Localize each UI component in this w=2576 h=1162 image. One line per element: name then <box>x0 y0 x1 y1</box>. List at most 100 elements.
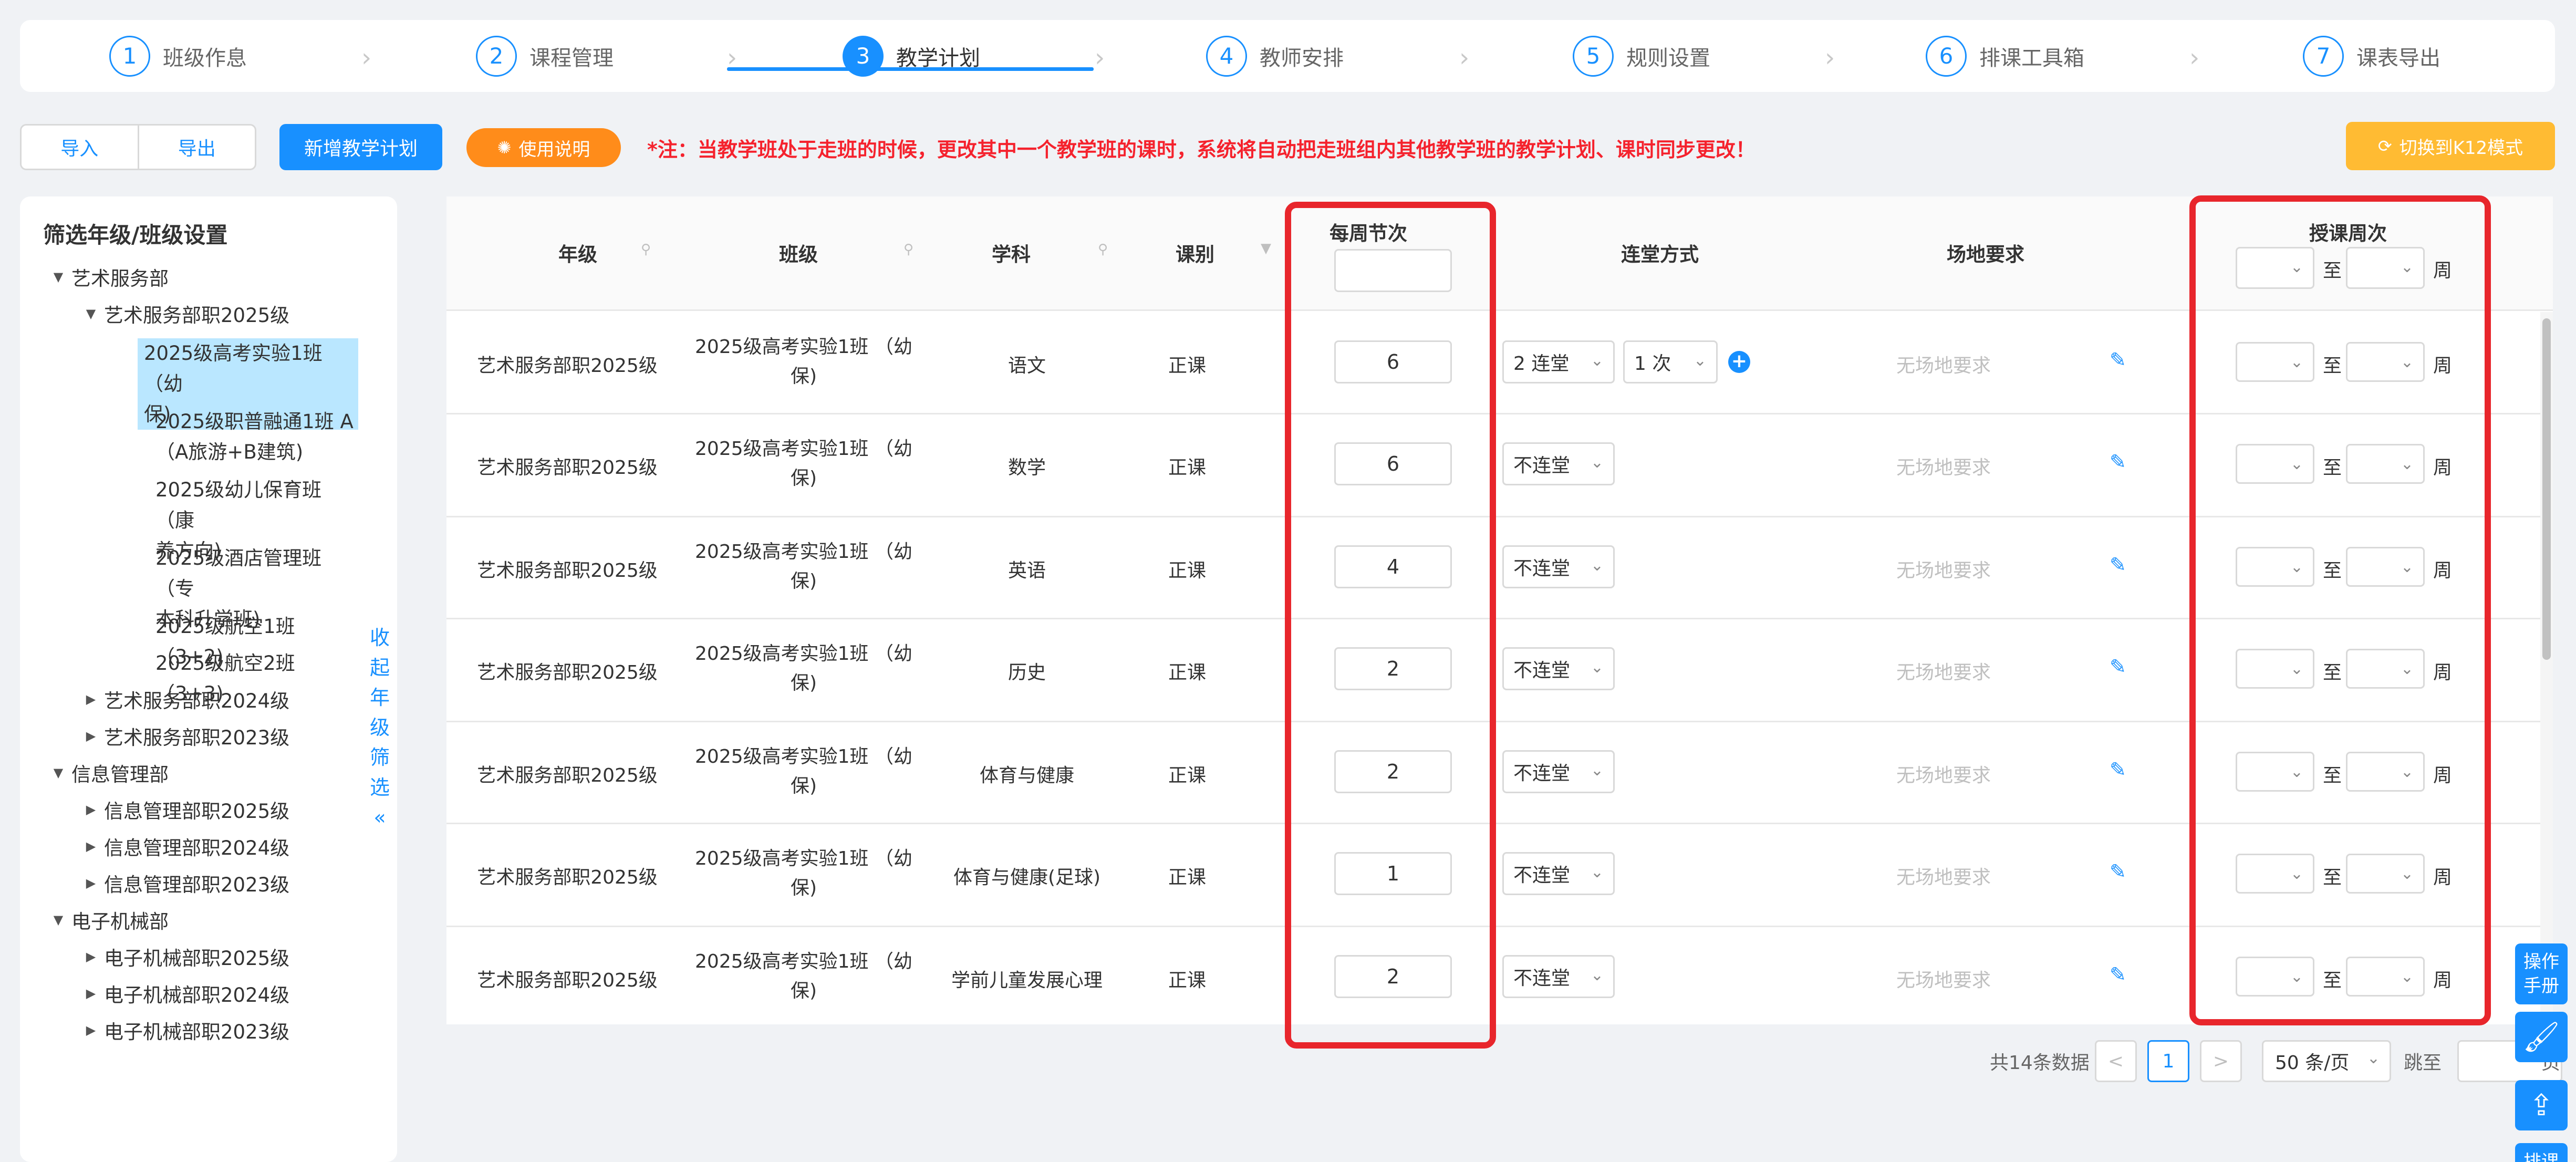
tree-leaf-class[interactable]: 2025级职普融通1班 A （A旅游+B建筑) <box>138 407 358 468</box>
cell-type: 正课 <box>1168 355 1206 377</box>
consecutive-times-select[interactable]: 1 次 ⌄ <box>1623 340 1718 383</box>
prev-page-button[interactable]: < <box>2095 1040 2137 1082</box>
tree-node-dept-info[interactable]: ▼ 信息管理部 <box>45 759 169 787</box>
search-icon[interactable]: ⚲ <box>641 242 651 257</box>
caret-down-icon[interactable]: ▼ <box>78 306 104 321</box>
edit-venue-icon[interactable]: ✎ <box>2110 963 2126 986</box>
step-separator-icon: › <box>1095 43 1105 72</box>
step-2-label: 课程管理 <box>529 46 614 70</box>
tree-node-mech-2025[interactable]: ▶ 电子机械部职2025级 <box>78 942 289 971</box>
tree-node-info-2023[interactable]: ▶ 信息管理部职2023级 <box>78 869 289 897</box>
steps-bar: 1 班级作息 › 2 课程管理 › 3 教学计划 › 4 教师安排 › 5 规则… <box>20 20 2555 92</box>
consecutive-select[interactable]: 不连堂 ⌄ <box>1502 852 1615 895</box>
caret-down-icon[interactable]: ▼ <box>45 269 71 284</box>
table-scrollbar-thumb[interactable] <box>2542 318 2551 660</box>
operation-manual-button[interactable]: 操作 手册 <box>2515 943 2568 1004</box>
chevron-down-icon: ⌄ <box>1693 351 1707 370</box>
sync-notice: *注：当教学班处于走班的时候，更改其中一个教学班的课时，系统将自动把走班组内其他… <box>647 138 1756 161</box>
collapse-char: 年 <box>369 686 390 709</box>
venue-requirement: 无场地要求 <box>1896 457 1991 479</box>
edit-venue-icon[interactable]: ✎ <box>2110 860 2126 883</box>
class-line: 2025级高考实验1班 （幼 <box>695 336 912 358</box>
step-1[interactable]: 1 班级作息 <box>109 20 247 92</box>
next-page-button[interactable]: > <box>2200 1040 2242 1082</box>
pagination: 共14条数据 < 1 > 50 条/页 ⌄ 跳至 页 <box>0 1035 2576 1087</box>
edit-venue-icon[interactable]: ✎ <box>2110 348 2126 371</box>
caret-right-icon[interactable]: ▶ <box>78 986 104 1001</box>
tree-node-dept-art[interactable]: ▼ 艺术服务部 <box>45 263 169 291</box>
add-consecutive-icon[interactable]: + <box>1728 351 1750 373</box>
tree-node-dept-mech[interactable]: ▼ 电子机械部 <box>45 906 169 934</box>
edit-venue-icon[interactable]: ✎ <box>2110 758 2126 781</box>
step-2[interactable]: 2 课程管理 <box>476 20 614 92</box>
step-4-label: 教师安排 <box>1260 46 1344 70</box>
consecutive-select[interactable]: 2 连堂 ⌄ <box>1502 340 1615 383</box>
import-button[interactable]: 导入 <box>22 126 138 169</box>
add-teaching-plan-button[interactable]: 新增教学计划 <box>279 124 442 170</box>
collapse-filter-toggle[interactable]: 收 起 年 级 筛 选 « <box>366 623 394 833</box>
caret-right-icon[interactable]: ▶ <box>78 729 104 743</box>
cell-class: 2025级高考实验1班 （幼 保) <box>688 333 919 391</box>
tree-node-mech-2024[interactable]: ▶ 电子机械部职2024级 <box>78 979 289 1008</box>
step-7-label: 课表导出 <box>2356 46 2440 70</box>
filter-icon[interactable]: ▼ <box>1261 241 1271 256</box>
export-button[interactable]: 导出 <box>137 126 255 169</box>
search-icon[interactable]: ⚲ <box>903 242 913 257</box>
cell-subject: 历史 <box>1007 662 1046 683</box>
step-5[interactable]: 5 规则设置 <box>1573 20 1710 92</box>
edit-venue-icon[interactable]: ✎ <box>2110 553 2126 576</box>
venue-requirement: 无场地要求 <box>1896 355 1991 377</box>
caret-right-icon[interactable]: ▶ <box>78 876 104 890</box>
arrow-up-icon: ⇪ <box>2529 1088 2554 1123</box>
class-name-line: 2025级酒店管理班 （专 <box>155 547 322 600</box>
double-chevron-left-icon: « <box>373 806 386 829</box>
schedule-label: 排课 <box>2523 1151 2559 1162</box>
paint-roller-button[interactable]: 🖌 <box>2515 1012 2568 1062</box>
class-line: 保) <box>790 980 817 1002</box>
class-name-line: （A旅游+B建筑) <box>155 441 304 463</box>
chevron-down-icon: ⌄ <box>1590 658 1604 677</box>
tree-node-art-2024[interactable]: ▶ 艺术服务部职2024级 <box>78 685 289 713</box>
caret-right-icon[interactable]: ▶ <box>78 949 104 964</box>
tree-node-info-2025[interactable]: ▶ 信息管理部职2025级 <box>78 795 289 824</box>
tree-node-art-2023[interactable]: ▶ 艺术服务部职2023级 <box>78 722 289 750</box>
step-6[interactable]: 6 排课工具箱 <box>1926 20 2084 92</box>
header-venue: 场地要求 <box>1947 243 2024 266</box>
step-4[interactable]: 4 教师安排 <box>1206 20 1344 92</box>
edit-venue-icon[interactable]: ✎ <box>2110 450 2126 473</box>
tree-node-art-2025[interactable]: ▼ 艺术服务部职2025级 <box>78 299 289 328</box>
step-separator-icon: › <box>361 43 372 72</box>
cell-class: 2025级高考实验1班 （幼 保) <box>688 639 919 698</box>
class-line: 2025级高考实验1班 （幼 <box>695 438 912 460</box>
cell-type: 正课 <box>1168 970 1206 991</box>
consecutive-select[interactable]: 不连堂 ⌄ <box>1502 647 1615 690</box>
caret-down-icon[interactable]: ▼ <box>45 765 71 780</box>
page-size-value: 50 条/页 <box>2275 1052 2350 1074</box>
consecutive-select[interactable]: 不连堂 ⌄ <box>1502 750 1615 793</box>
tree-node-label: 信息管理部职2024级 <box>104 837 290 859</box>
step-separator-icon: › <box>2189 43 2200 72</box>
switch-k12-button[interactable]: ⟳ 切换到K12模式 <box>2346 122 2555 170</box>
class-line: 2025级高考实验1班 （幼 <box>695 643 912 665</box>
back-to-top-button[interactable]: ⇪ <box>2515 1080 2568 1130</box>
usage-guide-button[interactable]: ✺ 使用说明 <box>466 128 621 167</box>
page-size-select[interactable]: 50 条/页 ⌄ <box>2262 1040 2391 1082</box>
cell-grade: 艺术服务部职2025级 <box>477 765 658 786</box>
caret-right-icon[interactable]: ▶ <box>78 802 104 817</box>
caret-right-icon[interactable]: ▶ <box>78 692 104 707</box>
edit-venue-icon[interactable]: ✎ <box>2110 655 2126 678</box>
step-3[interactable]: 3 教学计划 <box>843 20 980 92</box>
consecutive-select[interactable]: 不连堂 ⌄ <box>1502 955 1615 998</box>
consecutive-select[interactable]: 不连堂 ⌄ <box>1502 545 1615 588</box>
search-icon[interactable]: ⚲ <box>1098 242 1108 257</box>
schedule-button[interactable]: 排课 <box>2515 1143 2568 1162</box>
tree-node-info-2024[interactable]: ▶ 信息管理部职2024级 <box>78 832 289 860</box>
step-7[interactable]: 7 课表导出 <box>2303 20 2440 92</box>
venue-requirement: 无场地要求 <box>1896 662 1991 683</box>
header-type: 课别 <box>1176 243 1214 266</box>
consecutive-select[interactable]: 不连堂 ⌄ <box>1502 442 1615 485</box>
caret-down-icon[interactable]: ▼ <box>45 912 71 927</box>
cell-subject: 学前儿童发展心理 <box>951 970 1103 991</box>
caret-right-icon[interactable]: ▶ <box>78 839 104 854</box>
page-1-button[interactable]: 1 <box>2147 1040 2189 1082</box>
